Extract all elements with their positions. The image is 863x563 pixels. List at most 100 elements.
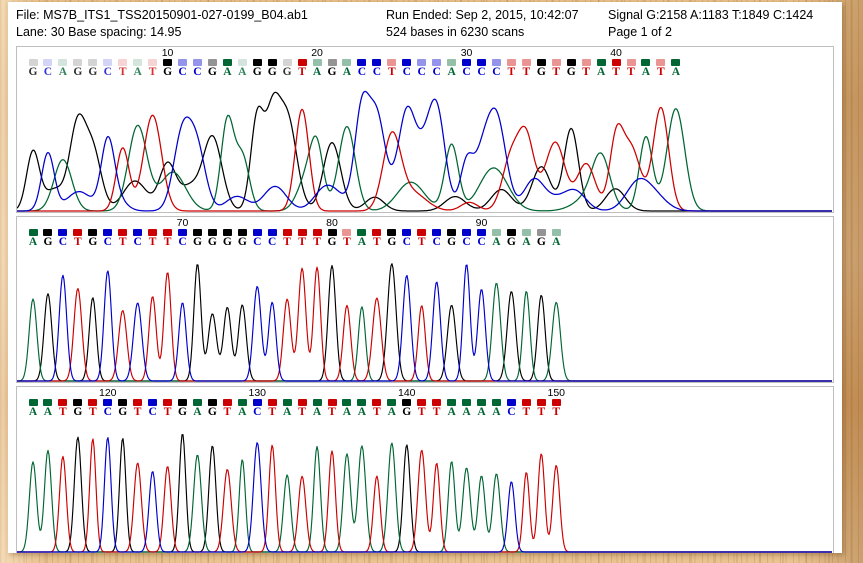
base-call[interactable]: A [26, 229, 40, 249]
base-call[interactable]: C [146, 399, 160, 419]
base-call[interactable]: C [56, 229, 70, 249]
base-call[interactable]: G [564, 59, 578, 79]
base-call[interactable]: T [161, 229, 175, 249]
base-call[interactable]: G [385, 229, 399, 249]
base-call[interactable]: A [340, 399, 354, 419]
base-call[interactable]: C [250, 229, 264, 249]
base-call[interactable]: G [205, 399, 219, 419]
base-call[interactable]: T [579, 59, 593, 79]
base-call[interactable]: A [669, 59, 683, 79]
base-call[interactable]: T [116, 59, 130, 79]
base-call[interactable]: G [325, 59, 339, 79]
base-call[interactable]: G [116, 399, 130, 419]
base-call[interactable]: G [504, 229, 518, 249]
base-call[interactable]: T [131, 399, 145, 419]
base-call[interactable]: A [41, 399, 55, 419]
base-call[interactable]: C [400, 229, 414, 249]
base-call[interactable]: T [519, 399, 533, 419]
base-call[interactable]: T [624, 59, 638, 79]
base-call[interactable]: A [385, 399, 399, 419]
base-call[interactable]: T [385, 59, 399, 79]
base-call[interactable]: C [460, 59, 474, 79]
base-call[interactable]: G [205, 229, 219, 249]
base-call[interactable]: C [460, 229, 474, 249]
base-call[interactable]: T [534, 399, 548, 419]
base-call[interactable]: G [220, 229, 234, 249]
base-call[interactable]: T [609, 59, 623, 79]
base-call[interactable]: T [146, 59, 160, 79]
base-call[interactable]: T [549, 59, 563, 79]
base-call[interactable]: C [176, 59, 190, 79]
base-call[interactable]: G [265, 59, 279, 79]
base-call[interactable]: T [430, 399, 444, 419]
base-call[interactable]: A [639, 59, 653, 79]
trace-panel-2[interactable]: 70 80 90 AGCTGCTCTTCGGGGCCTTTGTATGCTCGCCAG… [16, 216, 834, 383]
base-call[interactable]: G [445, 229, 459, 249]
base-call[interactable]: C [415, 59, 429, 79]
base-call[interactable]: A [220, 59, 234, 79]
base-call[interactable]: A [310, 399, 324, 419]
base-call[interactable]: T [325, 399, 339, 419]
base-call[interactable]: G [250, 59, 264, 79]
base-call[interactable]: T [116, 229, 130, 249]
base-call[interactable]: G [161, 59, 175, 79]
base-call[interactable]: A [460, 399, 474, 419]
base-call[interactable]: G [235, 229, 249, 249]
base-call[interactable]: C [101, 399, 115, 419]
base-call[interactable]: A [190, 399, 204, 419]
base-call[interactable]: C [176, 229, 190, 249]
base-call[interactable]: A [549, 229, 563, 249]
base-call[interactable]: G [325, 229, 339, 249]
base-call[interactable]: A [519, 229, 533, 249]
base-call[interactable]: T [340, 229, 354, 249]
base-call[interactable]: A [235, 59, 249, 79]
base-call[interactable]: G [400, 399, 414, 419]
base-call[interactable]: C [250, 399, 264, 419]
base-call[interactable]: T [295, 59, 309, 79]
base-call[interactable]: T [71, 229, 85, 249]
base-call[interactable]: G [71, 59, 85, 79]
base-call[interactable]: T [146, 229, 160, 249]
base-call[interactable]: C [101, 59, 115, 79]
base-call[interactable]: T [504, 59, 518, 79]
base-call[interactable]: C [475, 229, 489, 249]
base-call[interactable]: C [370, 59, 384, 79]
base-call[interactable]: G [205, 59, 219, 79]
base-call[interactable]: T [161, 399, 175, 419]
base-call[interactable]: A [131, 59, 145, 79]
base-call[interactable]: C [400, 59, 414, 79]
base-call[interactable]: A [475, 399, 489, 419]
base-call[interactable]: T [370, 399, 384, 419]
base-call[interactable]: A [340, 59, 354, 79]
base-call[interactable]: G [26, 59, 40, 79]
base-call[interactable]: T [415, 399, 429, 419]
base-call[interactable]: T [295, 399, 309, 419]
base-call[interactable]: C [101, 229, 115, 249]
base-call[interactable]: C [190, 59, 204, 79]
base-call[interactable]: T [295, 229, 309, 249]
base-call[interactable]: C [430, 59, 444, 79]
trace-panel-3[interactable]: 120 130 140 150 AATGTCGTCTGAGTACTATATAATAGT… [16, 386, 834, 553]
base-call[interactable]: T [549, 399, 563, 419]
base-call[interactable]: C [41, 59, 55, 79]
base-call[interactable]: G [534, 229, 548, 249]
base-call[interactable]: T [654, 59, 668, 79]
base-call[interactable]: T [56, 399, 70, 419]
base-call[interactable]: A [445, 59, 459, 79]
base-call[interactable]: C [475, 59, 489, 79]
base-call[interactable]: C [430, 229, 444, 249]
base-call[interactable]: A [355, 229, 369, 249]
base-call[interactable]: T [519, 59, 533, 79]
base-call[interactable]: A [310, 59, 324, 79]
base-call[interactable]: G [534, 59, 548, 79]
base-call[interactable]: T [265, 399, 279, 419]
base-call[interactable]: G [41, 229, 55, 249]
base-call[interactable]: A [56, 59, 70, 79]
base-call[interactable]: G [176, 399, 190, 419]
base-call[interactable]: C [504, 399, 518, 419]
trace-panel-1[interactable]: 10 20 30 40 GCAGGCTATGCCGAAGGGTAGACCTCCCACC… [16, 46, 834, 213]
base-call[interactable]: C [131, 229, 145, 249]
base-call[interactable]: A [445, 399, 459, 419]
base-call[interactable]: T [310, 229, 324, 249]
base-call[interactable]: T [415, 229, 429, 249]
